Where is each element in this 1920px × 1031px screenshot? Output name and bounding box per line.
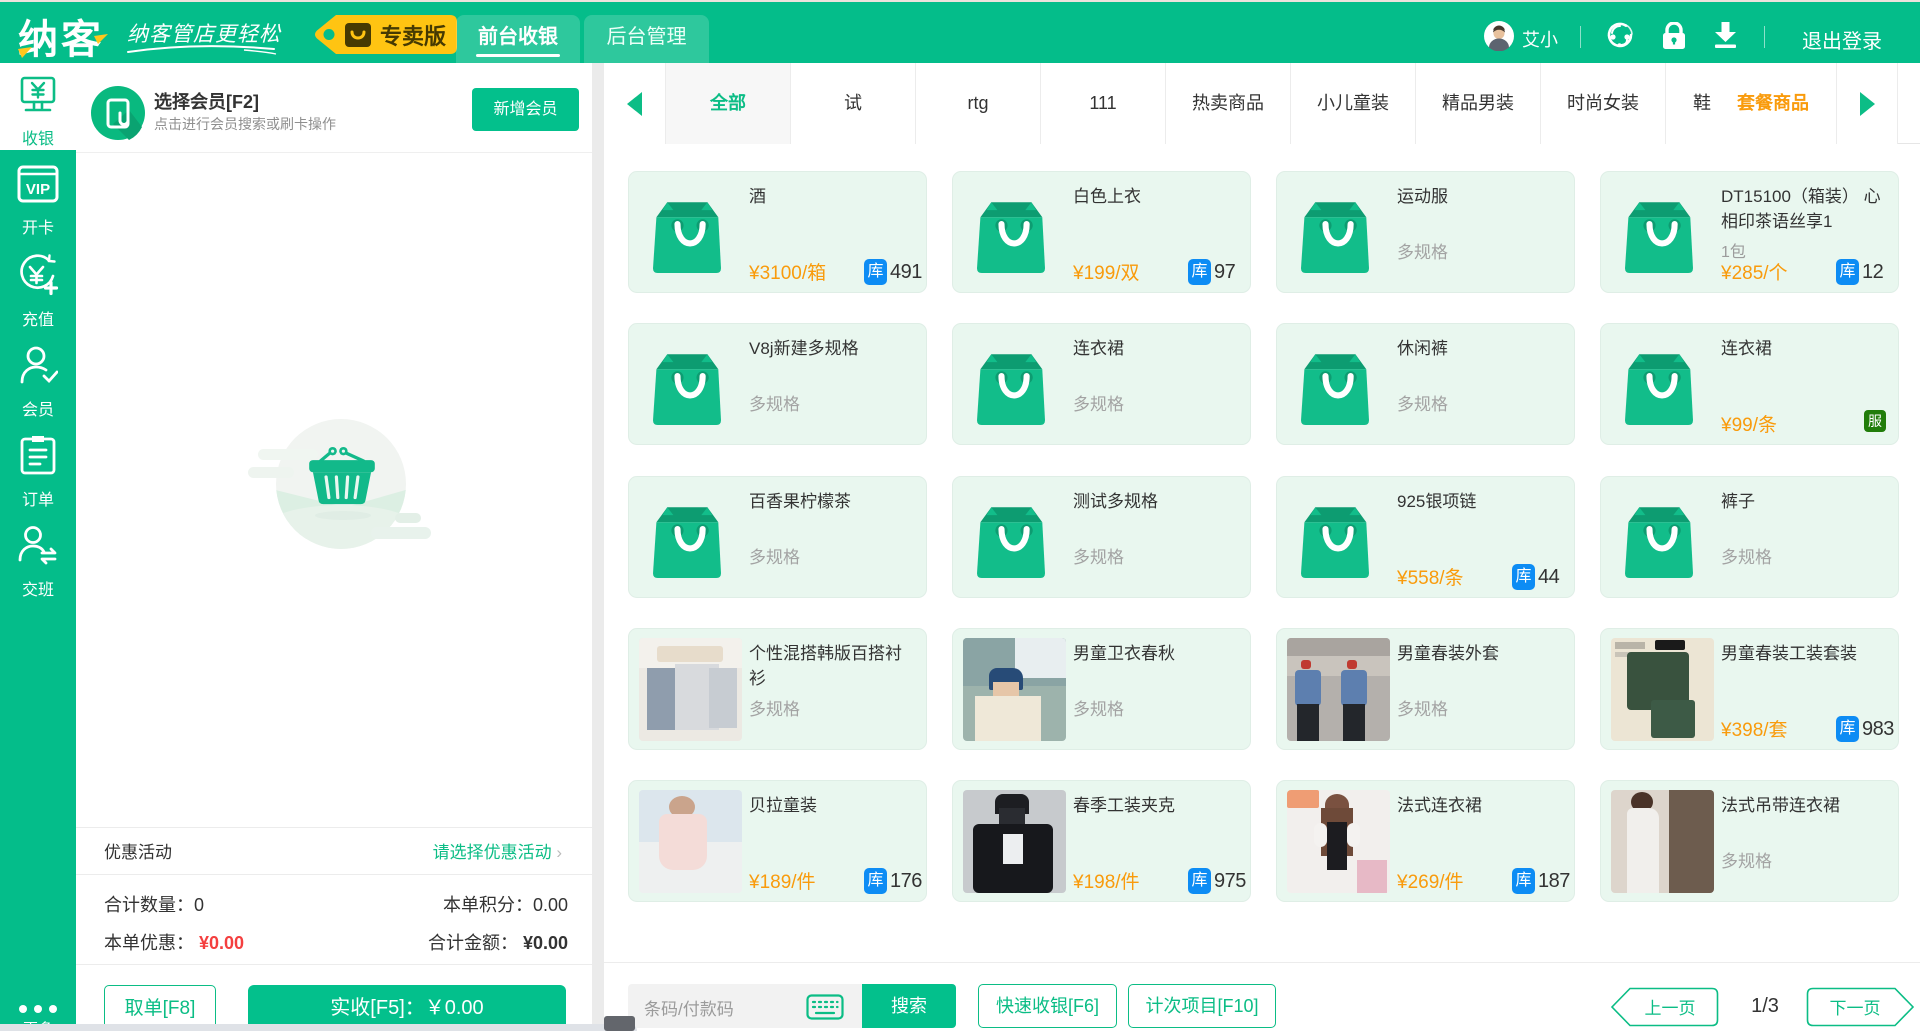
svg-text:VIP: VIP: [26, 181, 50, 198]
svg-text:专卖版: 专卖版: [380, 24, 446, 49]
svg-text:上一页: 上一页: [1645, 999, 1696, 1018]
svg-text:下一页: 下一页: [1830, 999, 1881, 1018]
